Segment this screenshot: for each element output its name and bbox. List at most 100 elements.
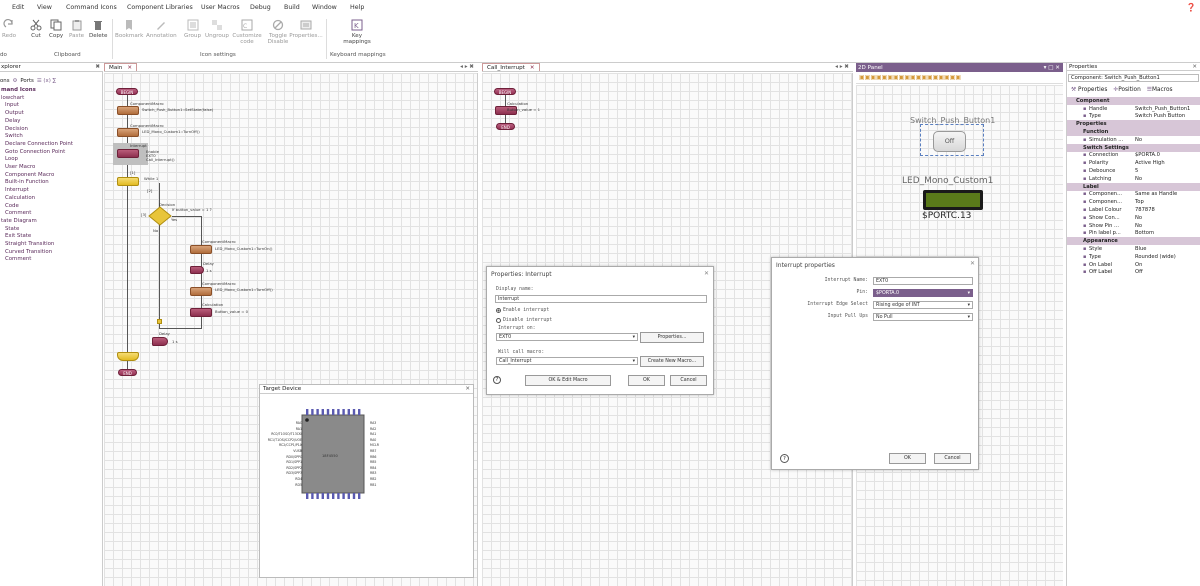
end-block[interactable]: END	[118, 369, 137, 376]
property-value[interactable]: No	[1135, 176, 1142, 182]
property-value[interactable]: No	[1135, 137, 1142, 143]
property-row[interactable]: Latching ▪ No	[1067, 175, 1200, 183]
property-value[interactable]: On	[1135, 262, 1142, 268]
menu-debug[interactable]: Debug	[250, 4, 271, 11]
pull-ups-select[interactable]: No Pull ▾	[873, 313, 973, 321]
property-value[interactable]: $PORTA.0	[1135, 152, 1160, 158]
property-row[interactable]: Debounce ▪ 5	[1067, 167, 1200, 175]
ok-edit-macro-button[interactable]: OK & Edit Macro	[525, 375, 611, 386]
property-category[interactable]: Component	[1067, 97, 1200, 105]
calculation-block[interactable]	[190, 308, 212, 317]
cancel-button[interactable]: Cancel	[934, 453, 971, 464]
property-value[interactable]: Rounded (wide)	[1135, 254, 1176, 260]
property-value[interactable]: 787878	[1135, 207, 1155, 213]
property-value[interactable]: Active High	[1135, 160, 1165, 166]
explorer-item[interactable]: Built-in Function	[5, 179, 49, 185]
component-macro-block[interactable]	[117, 128, 139, 137]
tab-position[interactable]: ✛Position	[1113, 87, 1140, 93]
menu-build[interactable]: Build	[284, 4, 300, 11]
delay-block[interactable]	[190, 266, 204, 274]
customize-code-button[interactable]: C Customize code	[232, 19, 262, 45]
bookmark-button[interactable]: Bookmark	[115, 19, 143, 39]
annotation-button[interactable]: Annotation	[146, 19, 177, 39]
property-row[interactable]: Pin label p... ▪ Bottom	[1067, 230, 1200, 238]
group-button[interactable]: Group	[184, 19, 201, 39]
interrupt-block[interactable]	[117, 149, 139, 158]
close-icon[interactable]: ✖	[95, 64, 100, 70]
explorer-item[interactable]: Goto Connection Point	[5, 149, 65, 155]
explorer-item[interactable]: Comment	[5, 256, 31, 262]
component-macro-block[interactable]	[117, 106, 139, 115]
explorer-item[interactable]: Loop	[5, 156, 18, 162]
close-icon[interactable]: ✕	[970, 260, 975, 267]
property-value[interactable]: Top	[1135, 199, 1144, 205]
properties-button[interactable]: Properties...	[289, 19, 323, 39]
menu-view[interactable]: View	[37, 4, 52, 11]
begin-block[interactable]: BEGIN	[494, 88, 516, 95]
explorer-item[interactable]: Calculation	[5, 195, 35, 201]
property-value[interactable]: Same as Handle	[1135, 191, 1177, 197]
property-row[interactable]: Componen... ▪ Same as Handle	[1067, 191, 1200, 199]
property-row[interactable]: On Label ▪ On	[1067, 261, 1200, 269]
delay-block[interactable]	[152, 337, 168, 346]
redo-button[interactable]: Redo	[2, 19, 16, 39]
component-select[interactable]: Component: Switch_Push_Button1	[1068, 74, 1199, 82]
property-category[interactable]: Function	[1067, 128, 1200, 136]
copy-button[interactable]: Copy	[49, 19, 63, 39]
close-icon[interactable]: ✕	[530, 65, 535, 71]
tab-ports[interactable]: Ports	[20, 78, 34, 84]
explorer-item[interactable]: Exit State	[5, 233, 31, 239]
explorer-item[interactable]: Component Macro	[5, 172, 54, 178]
symbol-icon[interactable]: ☰ (x) ∑	[37, 78, 56, 84]
property-category[interactable]: Appearance	[1067, 237, 1200, 246]
end-block[interactable]: END	[496, 123, 515, 130]
property-row[interactable]: Componen... ▪ Top	[1067, 198, 1200, 206]
property-value[interactable]: Blue	[1135, 246, 1146, 252]
menu-user-macros[interactable]: User Macros	[201, 4, 240, 11]
property-category[interactable]: Switch Settings	[1067, 143, 1200, 152]
explorer-item[interactable]: mand Icons	[1, 87, 36, 93]
property-value[interactable]: Off	[1135, 269, 1143, 275]
property-value[interactable]: No	[1135, 215, 1142, 221]
disable-interrupt-radio[interactable]: Disable interrupt	[496, 318, 552, 323]
explorer-item[interactable]: Curved Transition	[5, 249, 52, 255]
property-row[interactable]: Style ▪ Blue	[1067, 245, 1200, 253]
tab-macros[interactable]: ☰Macros	[1147, 87, 1173, 93]
property-row[interactable]: Label Colour ▪ 787878	[1067, 206, 1200, 214]
create-macro-button[interactable]: Create New Macro...	[640, 356, 704, 367]
ok-button[interactable]: OK	[628, 375, 665, 386]
enable-interrupt-radio[interactable]: Enable interrupt	[496, 308, 549, 313]
tab-icons[interactable]: ons	[0, 78, 10, 84]
edge-select[interactable]: Rising edge of INT ▾	[873, 301, 973, 309]
cut-button[interactable]: Cut	[30, 19, 42, 39]
ok-button[interactable]: OK	[889, 453, 926, 464]
menu-window[interactable]: Window	[312, 4, 337, 11]
explorer-item[interactable]: Code	[5, 203, 19, 209]
property-row[interactable]: Polarity ▪ Active High	[1067, 159, 1200, 167]
led-device[interactable]	[923, 190, 983, 210]
property-value[interactable]: No	[1135, 223, 1142, 229]
property-row[interactable]: Show Con... ▪ No	[1067, 214, 1200, 222]
property-value[interactable]: Switch_Push_Button1	[1135, 106, 1190, 112]
property-value[interactable]: Bottom	[1135, 230, 1154, 236]
interrupt-name-field[interactable]: EXT0	[873, 277, 973, 285]
pin-select[interactable]: $PORTA.0 ▾	[873, 289, 973, 297]
close-icon[interactable]: ✕	[127, 65, 132, 71]
component-macro-block[interactable]	[190, 245, 212, 254]
panel-controls[interactable]: ▾ □ ✕	[1044, 65, 1060, 71]
explorer-item[interactable]: Decision	[5, 126, 28, 132]
explorer-item[interactable]: Comment	[5, 210, 31, 216]
loop-block[interactable]	[117, 177, 139, 186]
menu-command-icons[interactable]: Command Icons	[66, 4, 117, 11]
cancel-button[interactable]: Cancel	[670, 375, 707, 386]
tab-properties[interactable]: ⚒ Properties	[1071, 87, 1107, 93]
property-row[interactable]: Handle ▪ Switch_Push_Button1	[1067, 105, 1200, 113]
tab-nav-arrows[interactable]: ◂ ▸ ✖	[460, 64, 474, 70]
interrupt-on-select[interactable]: EXT0 ▾	[496, 333, 638, 341]
property-category[interactable]: Label	[1067, 182, 1200, 191]
ungroup-button[interactable]: Ungroup	[205, 19, 229, 39]
paste-button[interactable]: Paste	[69, 19, 84, 39]
help-icon[interactable]: ❓	[1186, 3, 1196, 12]
property-row[interactable]: Off Label ▪ Off	[1067, 269, 1200, 277]
display-name-field[interactable]: Interrupt	[495, 295, 707, 303]
